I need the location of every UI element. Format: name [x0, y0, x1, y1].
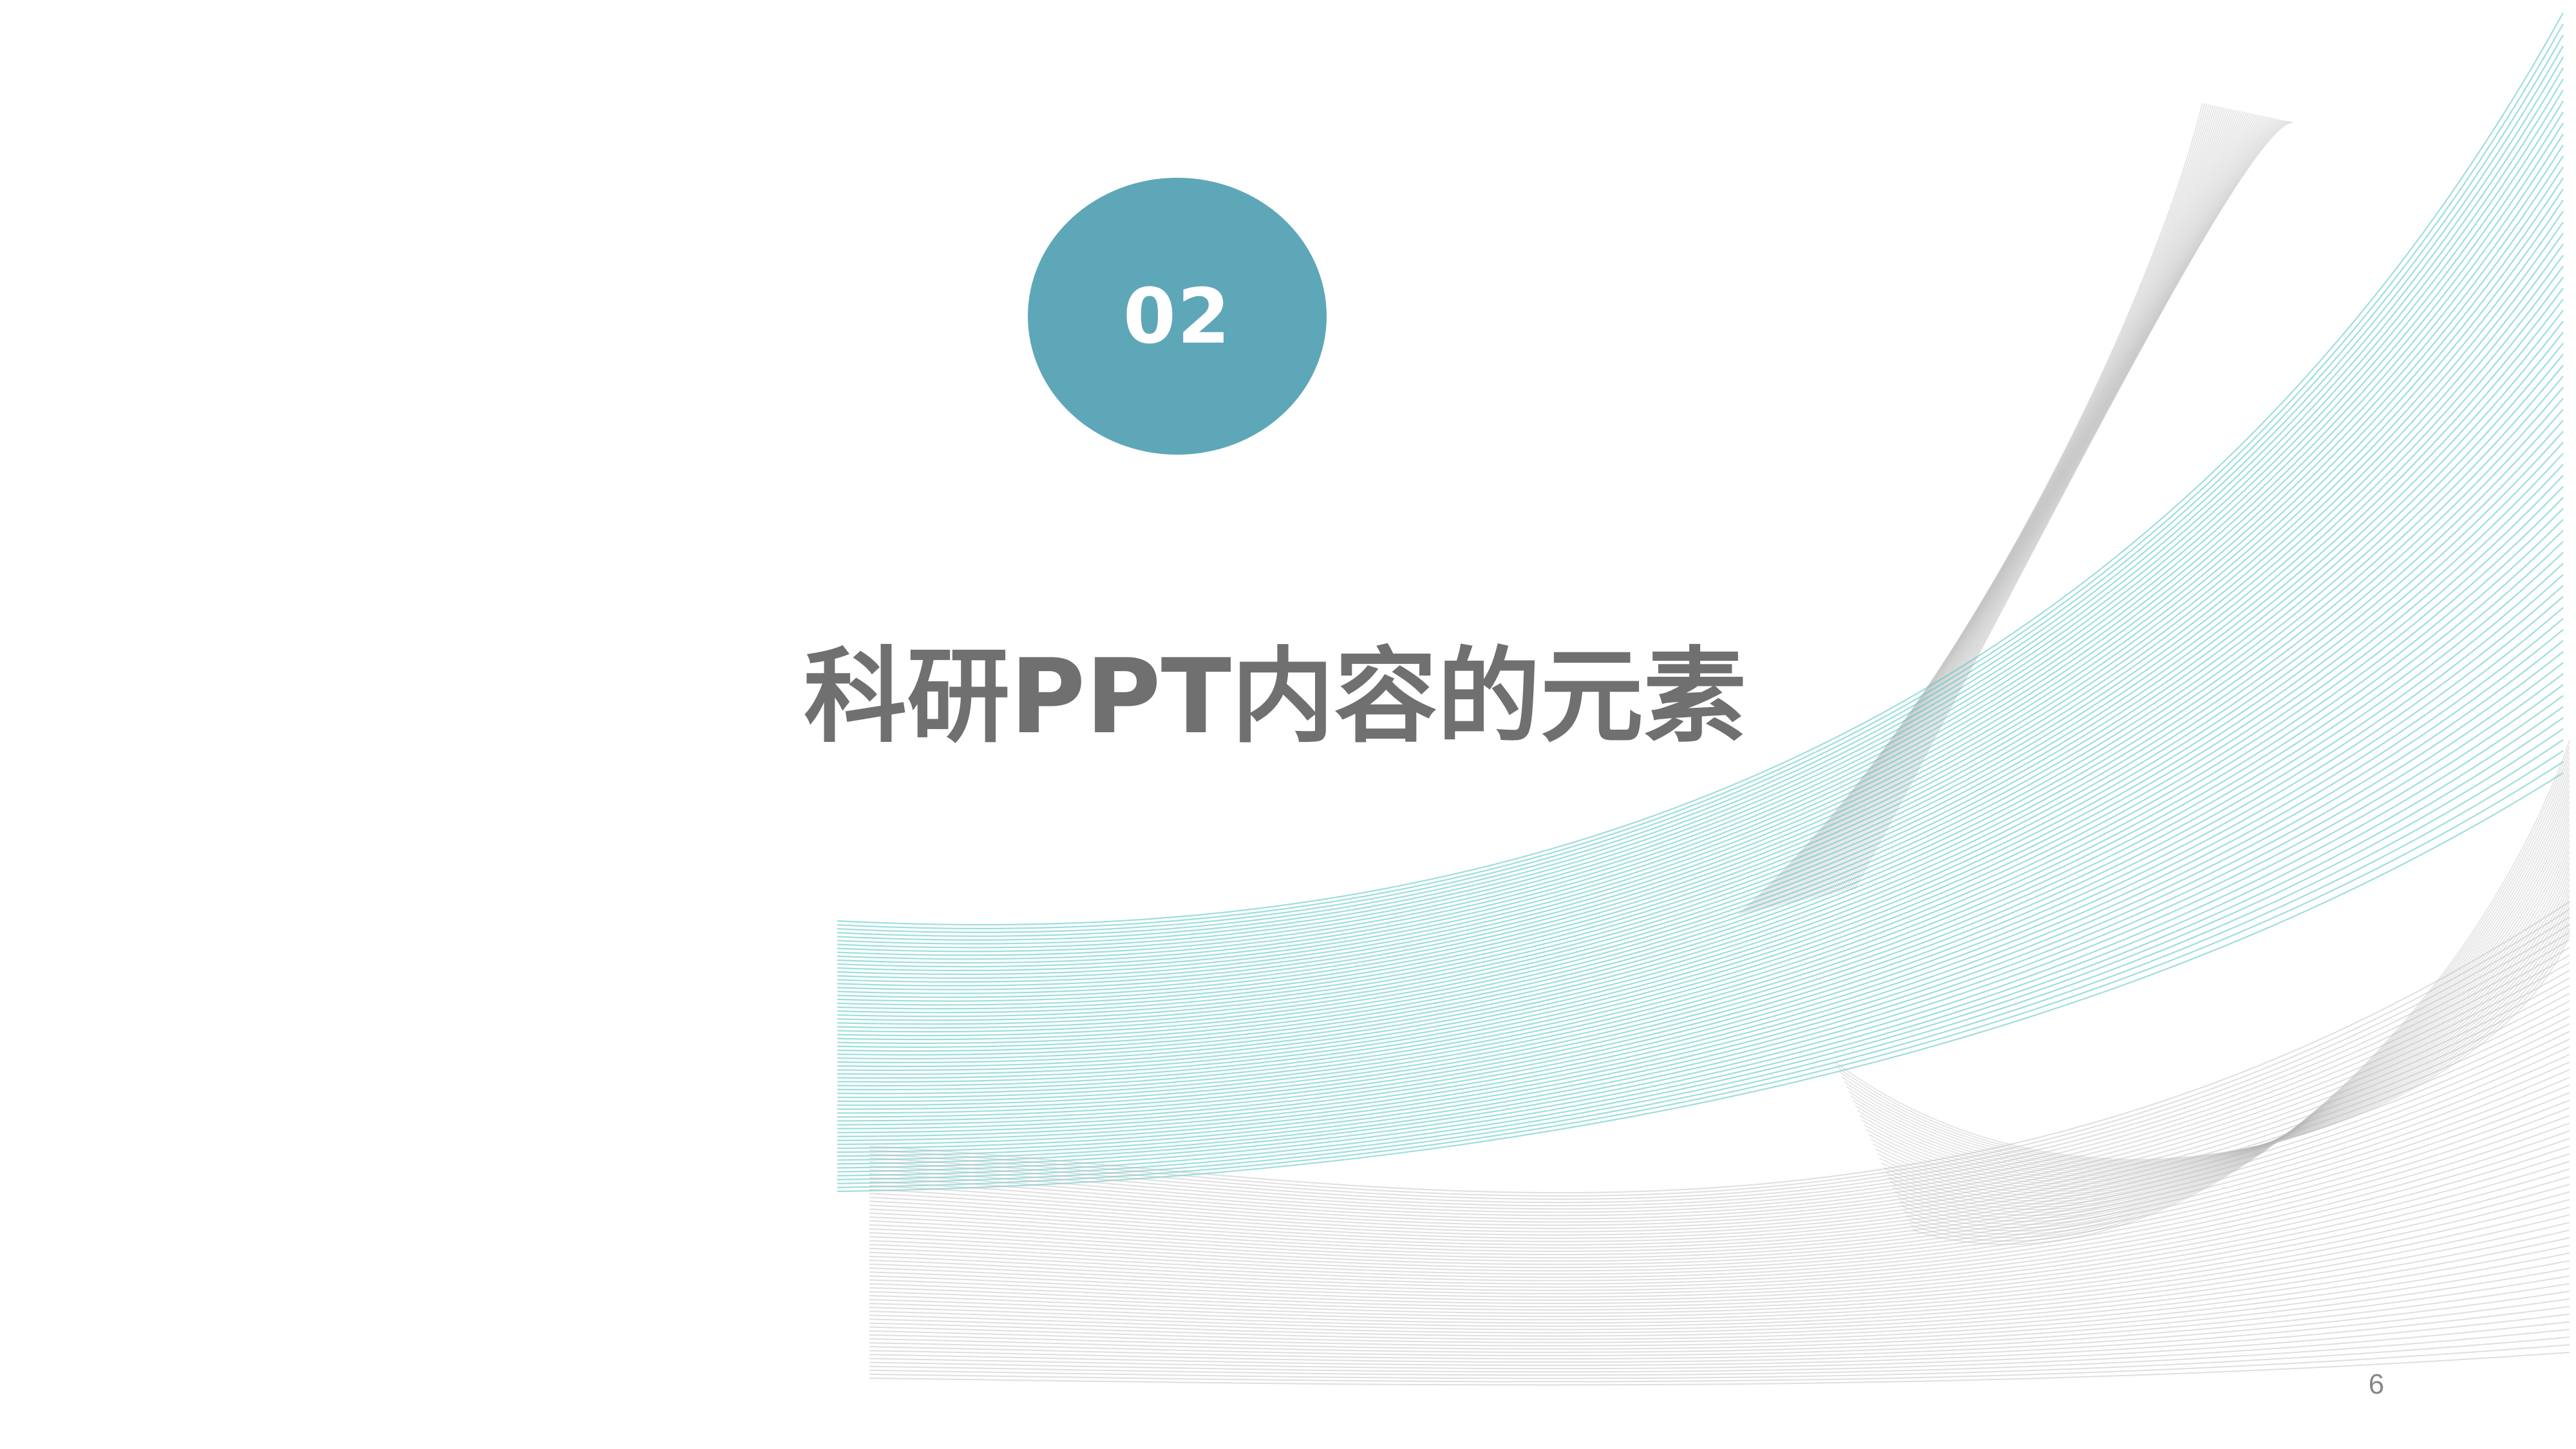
wave-line-gray-upper	[1746, 104, 2210, 913]
wave-line-gray-upper	[1854, 122, 2293, 889]
wave-line-gray-upper	[1752, 105, 2214, 913]
wave-line-gray-upper	[1768, 108, 2226, 909]
section-number: 02	[1122, 272, 1232, 361]
wave-line-gray-upper	[1765, 107, 2224, 909]
wave-line-gray-upper	[1841, 119, 2283, 893]
wave-line-gray-upper	[1749, 104, 2211, 913]
slide-title: 科研PPT内容的元素	[804, 636, 1747, 757]
wave-line-gray-arc	[1839, 922, 2570, 1163]
wave-line-gray-arc	[1864, 862, 2570, 1183]
section-number-badge: 02	[1028, 178, 1327, 455]
slide: 02 科研PPT内容的元素 6	[0, 0, 2576, 1449]
page-number: 6	[2368, 1368, 2385, 1400]
